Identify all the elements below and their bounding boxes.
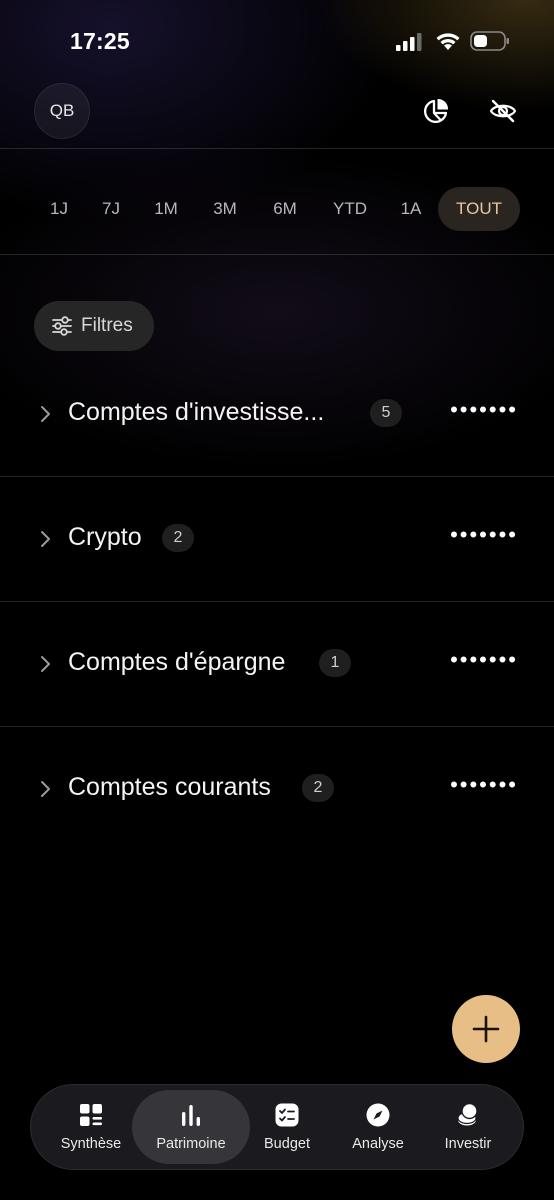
period-7j[interactable]: 7J <box>102 187 120 231</box>
account-group-row[interactable]: Comptes d'investisse... 5 ••••••• <box>0 384 554 444</box>
period-1m[interactable]: 1M <box>154 187 178 231</box>
plus-icon <box>472 1015 500 1043</box>
row-divider <box>0 476 554 477</box>
masked-amount: ••••••• <box>450 772 518 797</box>
account-count-badge: 5 <box>370 399 402 427</box>
tab-label: Analyse <box>352 1136 404 1152</box>
masked-amount: ••••••• <box>450 397 518 422</box>
masked-amount: ••••••• <box>450 647 518 672</box>
account-group-name: Crypto <box>68 523 142 551</box>
battery-icon <box>470 31 509 51</box>
chevron-right-icon <box>41 781 50 797</box>
period-selector: 1J 7J 1M 3M 6M YTD 1A TOUT <box>0 187 554 231</box>
account-group-row[interactable]: Comptes courants 2 ••••••• <box>0 759 554 819</box>
chevron-right-icon <box>41 531 50 547</box>
avatar[interactable]: QB <box>34 83 90 139</box>
account-count-badge: 2 <box>162 524 194 552</box>
header-divider <box>0 148 554 149</box>
account-count-badge: 2 <box>302 774 334 802</box>
account-group-row[interactable]: Crypto 2 ••••••• <box>0 509 554 569</box>
bar-chart-icon <box>182 1105 200 1126</box>
filters-button[interactable]: Filtres <box>34 301 154 351</box>
tab-label: Investir <box>444 1136 492 1152</box>
row-divider <box>0 601 554 602</box>
account-group-name: Comptes d'investisse... <box>68 398 325 426</box>
period-6m[interactable]: 6M <box>273 187 297 231</box>
period-3m[interactable]: 3M <box>213 187 237 231</box>
sliders-icon <box>52 316 72 336</box>
period-1a[interactable]: 1A <box>401 187 422 231</box>
row-divider <box>0 726 554 727</box>
eye-off-icon[interactable] <box>488 96 518 126</box>
status-time: 17:25 <box>70 28 130 54</box>
period-ytd[interactable]: YTD <box>333 187 367 231</box>
account-group-name: Comptes courants <box>68 773 271 801</box>
grid-icon <box>80 1104 102 1126</box>
chevron-right-icon <box>41 656 50 672</box>
wifi-icon <box>436 33 460 50</box>
period-divider <box>0 254 554 255</box>
account-group-row[interactable]: Comptes d'épargne 1 ••••••• <box>0 634 554 694</box>
tab-investir[interactable]: Investir <box>409 1090 527 1164</box>
add-button[interactable] <box>452 995 520 1063</box>
bottom-tab-bar: Synthèse Patrimoine Budget Analyse Inves… <box>30 1084 524 1170</box>
pie-chart-icon[interactable] <box>421 96 451 126</box>
filters-label: Filtres <box>81 315 133 336</box>
tab-label: Patrimoine <box>156 1136 226 1152</box>
cellular-signal-icon <box>396 33 422 51</box>
account-count-badge: 1 <box>319 649 351 677</box>
period-1j[interactable]: 1J <box>50 187 68 231</box>
coins-icon <box>457 1102 478 1126</box>
compass-icon <box>366 1103 390 1127</box>
masked-amount: ••••••• <box>450 522 518 547</box>
chevron-right-icon <box>41 406 50 422</box>
tab-label: Synthèse <box>60 1136 122 1152</box>
period-tout[interactable]: TOUT <box>438 187 520 231</box>
checklist-icon <box>275 1103 299 1127</box>
tab-label: Budget <box>264 1136 310 1152</box>
account-group-name: Comptes d'épargne <box>68 648 286 676</box>
status-bar: 17:25 <box>0 0 554 82</box>
avatar-initials: QB <box>49 101 75 120</box>
